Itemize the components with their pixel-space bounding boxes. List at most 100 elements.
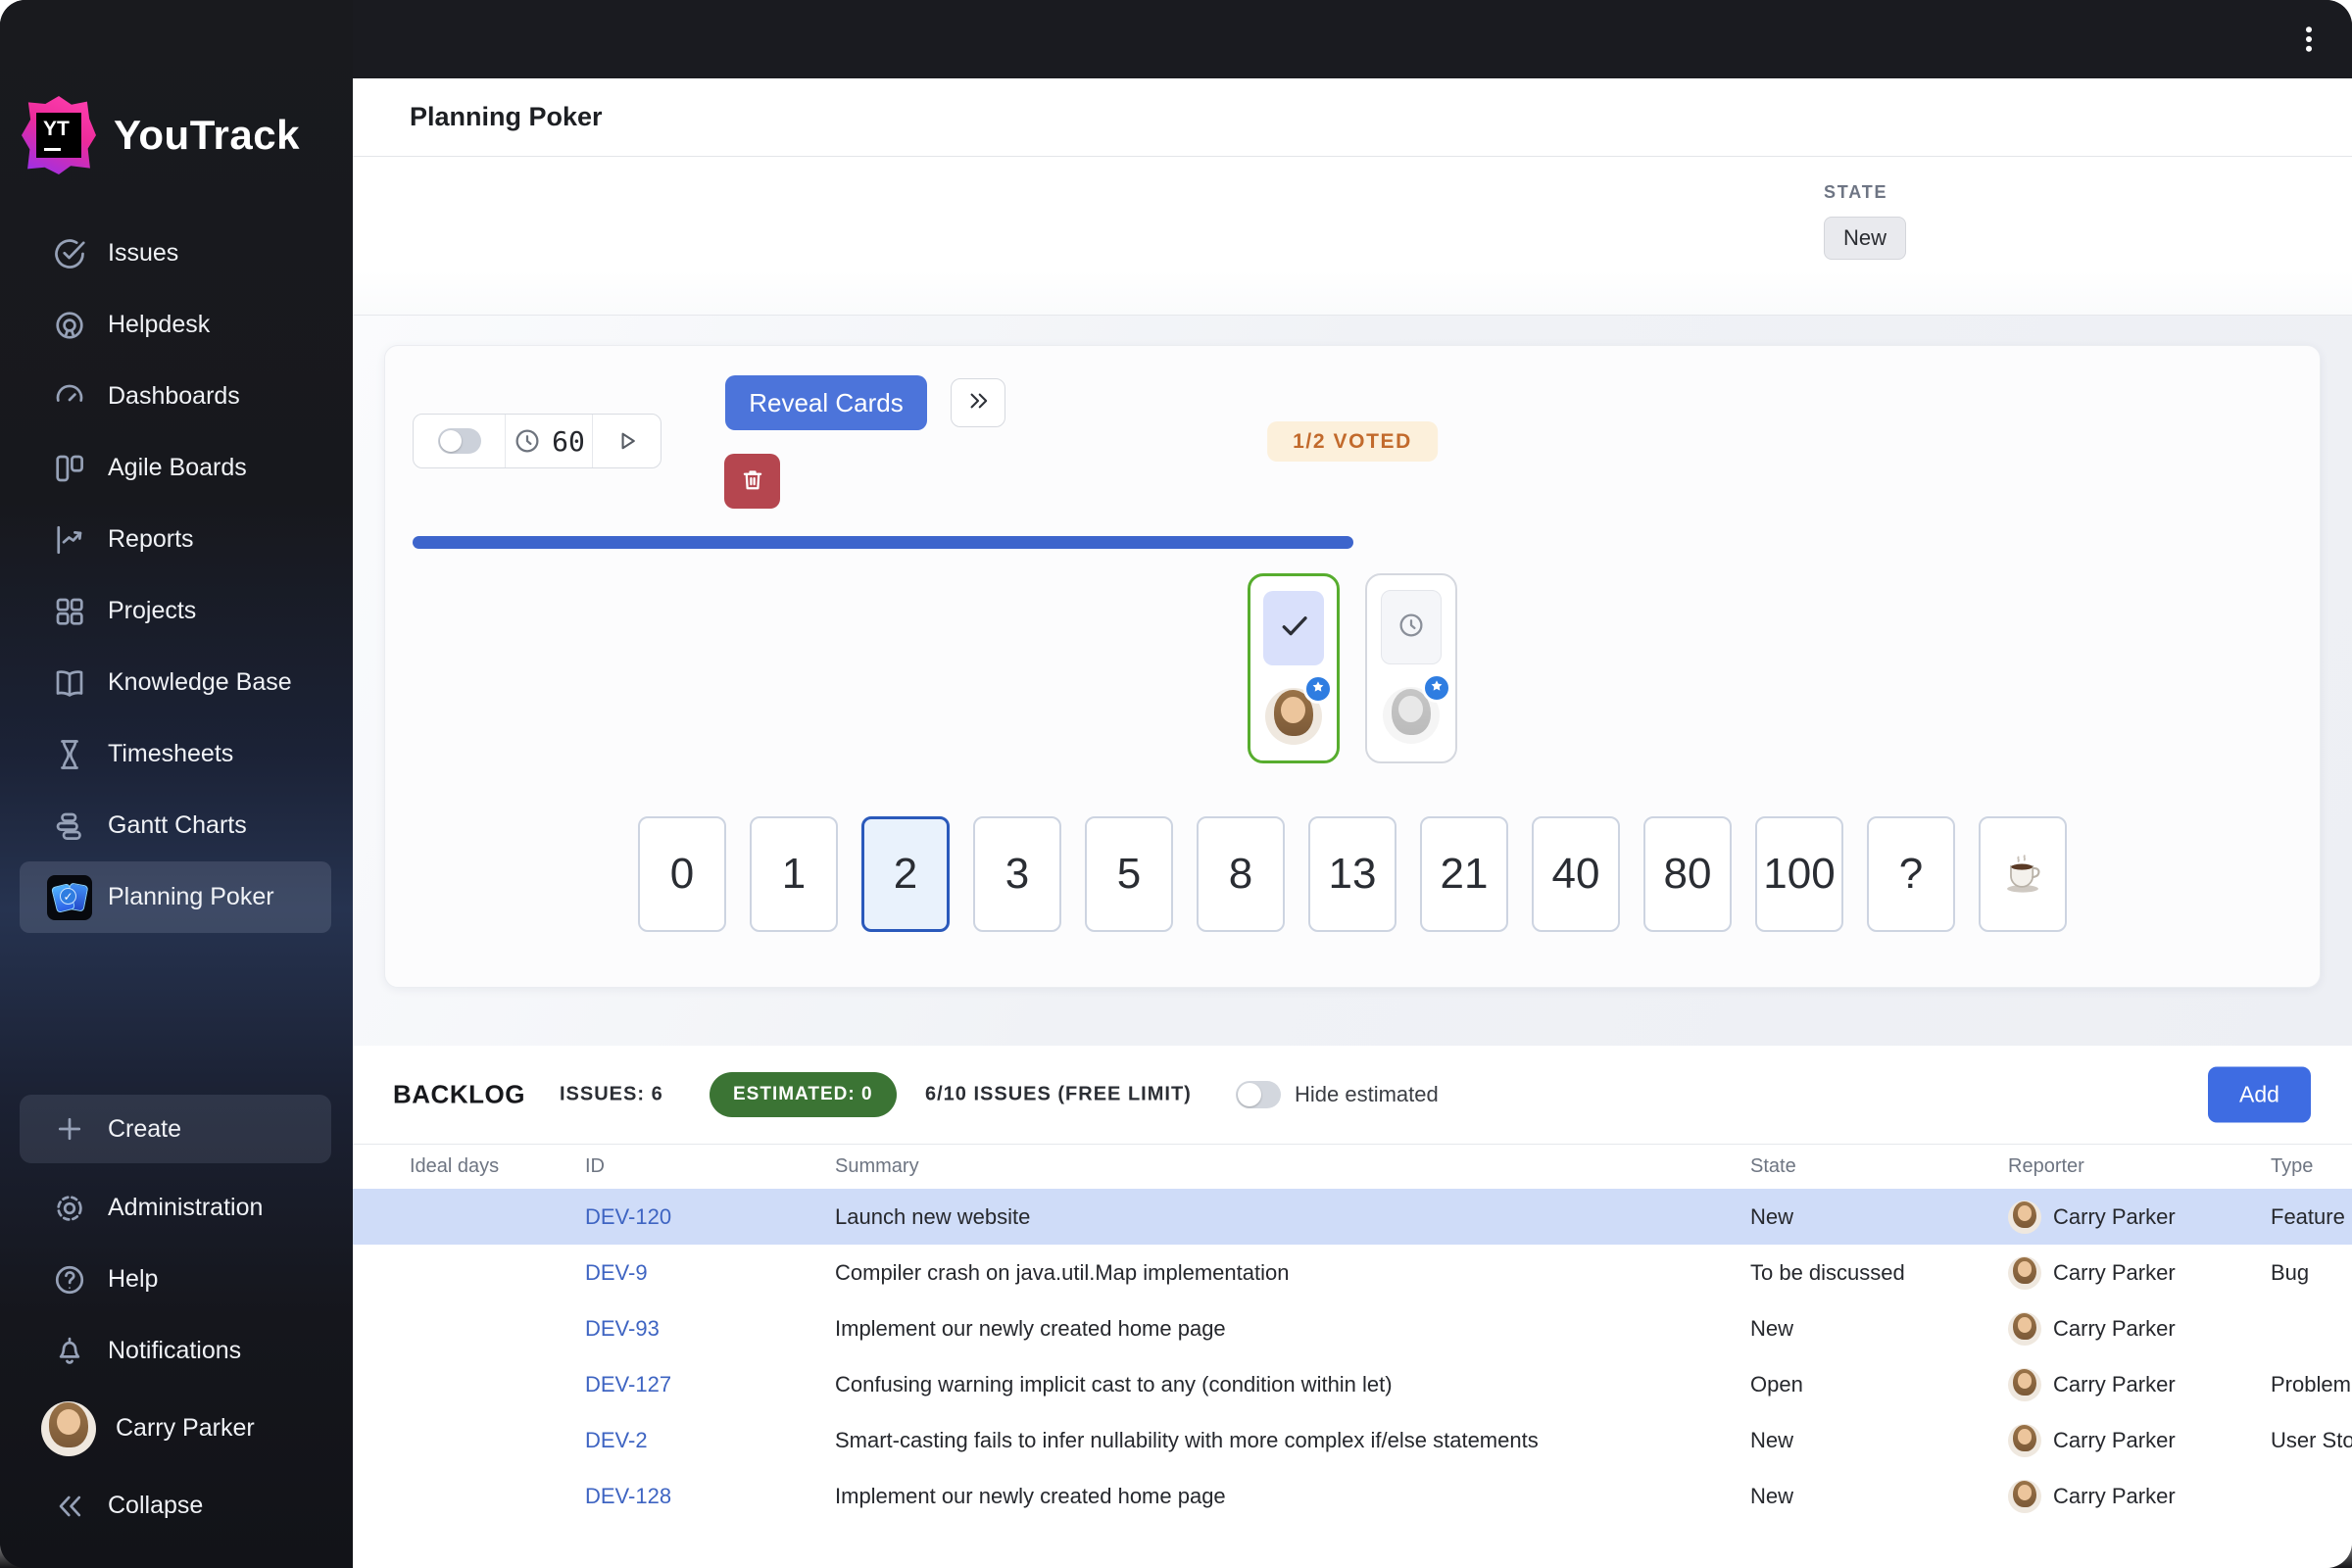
reveal-cards-button[interactable]: Reveal Cards — [725, 375, 927, 430]
reporter-name: Carry Parker — [2053, 1483, 2176, 1508]
star-badge-icon — [1303, 674, 1333, 704]
vote-waiting-card — [1381, 590, 1442, 664]
issue-id-link[interactable]: DEV-128 — [585, 1484, 835, 1509]
sidebar-item-issues[interactable]: Issues — [20, 218, 331, 289]
hourglass-icon — [51, 736, 88, 773]
deck-card-100[interactable]: 100 — [1755, 816, 1843, 932]
deck-card-coffee[interactable] — [1979, 816, 2067, 932]
gantt-bars-icon — [51, 808, 88, 845]
kebab-menu-icon[interactable] — [2291, 22, 2327, 57]
timer-start-button[interactable] — [592, 415, 661, 467]
table-row-dev-9[interactable]: DEV-9 Compiler crash on java.util.Map imp… — [353, 1245, 2352, 1300]
deck-card-5[interactable]: 5 — [1085, 816, 1173, 932]
hide-estimated-toggle[interactable] — [1236, 1081, 1281, 1108]
issue-id-link[interactable]: DEV-127 — [585, 1372, 835, 1397]
sidebar-item-projects[interactable]: Projects — [20, 575, 331, 647]
deck-card--[interactable]: ? — [1867, 816, 1955, 932]
deck-card-1[interactable]: 1 — [750, 816, 838, 932]
state-field-label: STATE — [1824, 182, 1888, 202]
sidebar-item-agile-boards[interactable]: Agile Boards — [20, 432, 331, 504]
sidebar-user[interactable]: Carry Parker — [20, 1387, 331, 1470]
issue-reporter: Carry Parker — [2008, 1423, 2271, 1457]
add-issue-button[interactable]: Add — [2208, 1066, 2311, 1123]
sidebar-item-dashboards[interactable]: Dashboards — [20, 361, 331, 432]
sidebar-item-label: Notifications — [108, 1337, 242, 1364]
issue-reporter: Carry Parker — [2008, 1479, 2271, 1513]
check-icon — [1276, 609, 1311, 649]
participant-card-waiting[interactable] — [1365, 573, 1457, 763]
youtrack-logo-icon: YT — [22, 96, 96, 174]
state-value-badge[interactable]: New — [1824, 217, 1907, 260]
play-icon — [613, 427, 641, 455]
deck-card-40[interactable]: 40 — [1532, 816, 1620, 932]
collapse-icon — [51, 1488, 88, 1525]
issue-summary: Launch new website — [835, 1203, 1031, 1229]
issue-state: Open — [1750, 1371, 1803, 1396]
reporter-name: Carry Parker — [2053, 1203, 2176, 1229]
issue-state: New — [1750, 1315, 1794, 1341]
reporter-avatar — [2008, 1311, 2041, 1346]
timer-seconds[interactable]: 60 — [552, 425, 585, 458]
sidebar-item-knowledge-base[interactable]: Knowledge Base — [20, 647, 331, 718]
sidebar-footer: Create Administration Help Notifications C… — [20, 1095, 331, 1542]
deck-card-3[interactable]: 3 — [973, 816, 1061, 932]
issue-fields-strip: STATE New — [353, 157, 2352, 316]
reporter-name: Carry Parker — [2053, 1427, 2176, 1452]
sidebar-item-label: Agile Boards — [108, 454, 247, 481]
table-row-dev-127[interactable]: DEV-127 Confusing warning implicit cast t… — [353, 1356, 2352, 1412]
delete-round-button[interactable] — [724, 454, 780, 509]
deck-card-80[interactable]: 80 — [1643, 816, 1732, 932]
free-limit-label: 6/10 ISSUES (FREE LIMIT) — [925, 1083, 1192, 1105]
create-button[interactable]: Create — [20, 1095, 331, 1163]
sidebar-collapse[interactable]: Collapse — [20, 1470, 331, 1542]
issue-type: Bug — [2271, 1259, 2310, 1285]
timer-toggle[interactable] — [437, 428, 481, 454]
reporter-avatar — [2008, 1423, 2041, 1457]
issue-id-link[interactable]: DEV-120 — [585, 1204, 835, 1230]
sidebar-item-gantt-charts[interactable]: Gantt Charts — [20, 790, 331, 861]
issue-id-link[interactable]: DEV-93 — [585, 1316, 835, 1342]
issue-id-link[interactable]: DEV-9 — [585, 1260, 835, 1286]
table-row-dev-128[interactable]: DEV-128 Implement our newly created home … — [353, 1468, 2352, 1524]
table-row-dev-2[interactable]: DEV-2 Smart-casting fails to infer nullab… — [353, 1412, 2352, 1468]
issue-summary: Compiler crash on java.util.Map implemen… — [835, 1259, 1290, 1285]
vote-progress-track — [413, 536, 2294, 549]
participant-card-voted[interactable] — [1248, 573, 1340, 763]
deck-card-0[interactable]: 0 — [638, 816, 726, 932]
deck-card-8[interactable]: 8 — [1197, 816, 1285, 932]
deck-card-13[interactable]: 13 — [1308, 816, 1396, 932]
sidebar-item-label: Knowledge Base — [108, 668, 292, 696]
estimated-count-badge: ESTIMATED: 0 — [710, 1072, 897, 1117]
app-logo[interactable]: YT YouTrack — [22, 96, 300, 174]
table-row-dev-120[interactable]: DEV-120 Launch new website New Carry Parker… — [353, 1189, 2352, 1245]
sidebar-item-reports[interactable]: Reports — [20, 504, 331, 575]
column-header-id: ID — [585, 1155, 605, 1177]
sidebar-item-administration[interactable]: Administration — [20, 1172, 331, 1244]
deck-card-21[interactable]: 21 — [1420, 816, 1508, 932]
poker-area: 60 Reveal Cards 1/2 VOTED 0 1 2 3 5 8 13… — [353, 316, 2352, 1046]
participant-cards — [385, 573, 2320, 763]
table-row-dev-93[interactable]: DEV-93 Implement our newly created home p… — [353, 1300, 2352, 1356]
backlog-title: BACKLOG — [393, 1079, 525, 1109]
issue-state: New — [1750, 1203, 1794, 1229]
sidebar-item-notifications[interactable]: Notifications — [20, 1315, 331, 1387]
more-actions-button[interactable] — [951, 378, 1005, 427]
sidebar-item-label: Planning Poker — [108, 883, 274, 910]
bell-icon — [51, 1333, 88, 1370]
column-header-type: Type — [2271, 1155, 2314, 1177]
reporter-name: Carry Parker — [2053, 1259, 2176, 1285]
sidebar-item-timesheets[interactable]: Timesheets — [20, 718, 331, 790]
chart-line-icon — [51, 521, 88, 559]
sidebar-item-label: Timesheets — [108, 740, 234, 767]
planning-poker-icon: ✓ — [47, 874, 92, 920]
clock-icon — [1396, 611, 1426, 645]
window-titlebar — [0, 0, 2352, 78]
sidebar-item-label: Administration — [108, 1194, 264, 1221]
column-header-summary: Summary — [835, 1155, 919, 1177]
sidebar-item-helpdesk[interactable]: Helpdesk — [20, 289, 331, 361]
issue-id-link[interactable]: DEV-2 — [585, 1428, 835, 1453]
sidebar-item-help[interactable]: Help — [20, 1244, 331, 1315]
sidebar-item-planning-poker[interactable]: ✓ Planning Poker — [20, 861, 331, 933]
star-badge-icon — [1422, 673, 1451, 703]
deck-card-2[interactable]: 2 — [861, 816, 950, 932]
